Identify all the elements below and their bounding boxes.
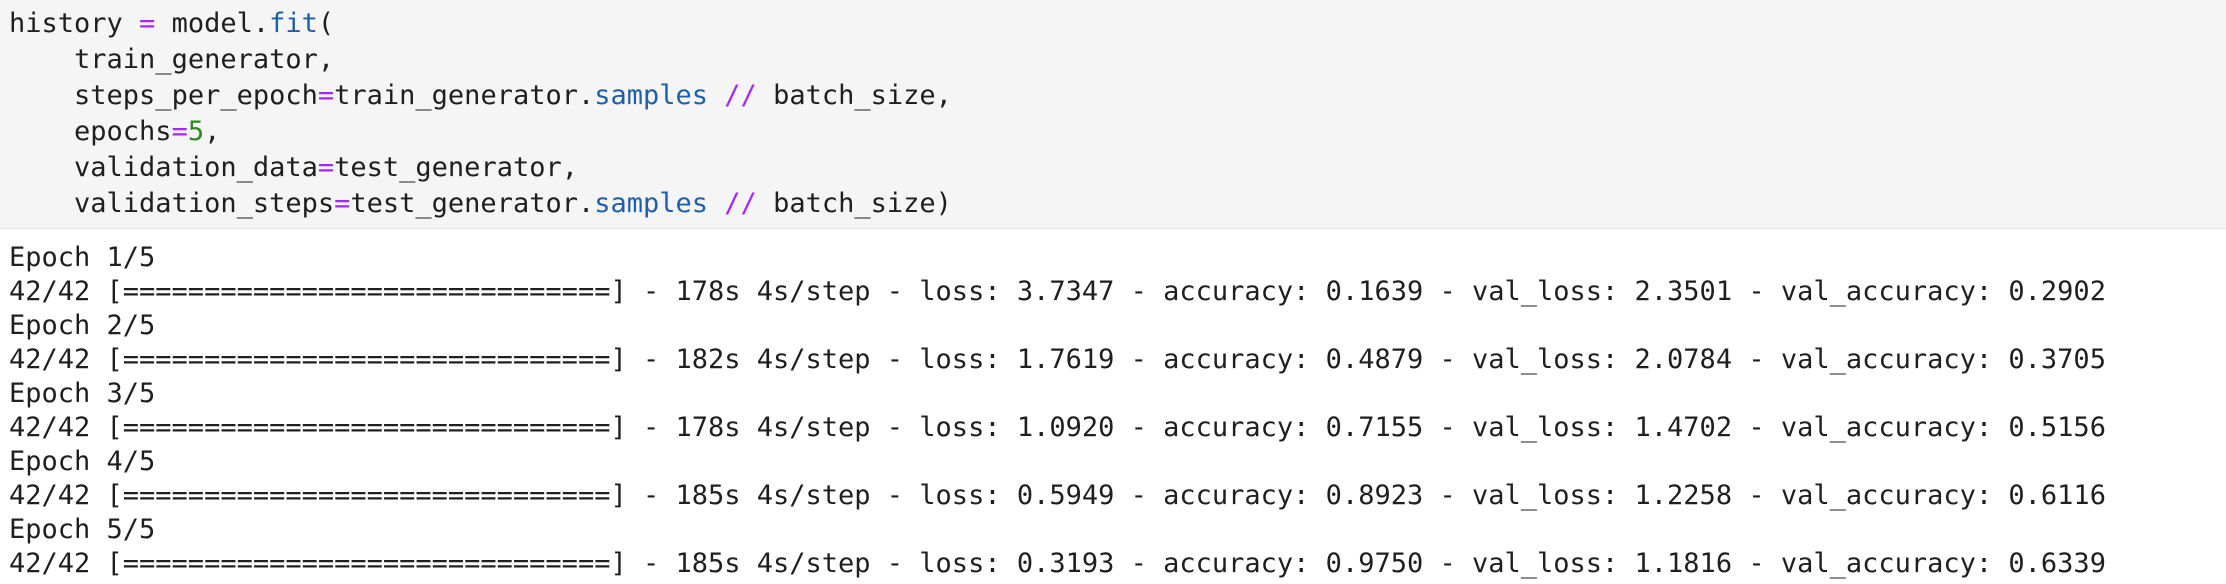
code-token-plain: validation_steps (74, 188, 335, 219)
epoch-progress-line: 42/42 [==============================] -… (9, 548, 2106, 579)
code-line: validation_steps=test_generator.samples … (9, 186, 2226, 222)
epoch-progress-line: 42/42 [==============================] -… (9, 412, 2106, 443)
code-token-attr: samples (594, 188, 709, 219)
epoch-progress-line: 42/42 [==============================] -… (9, 480, 2106, 511)
code-token-num: 5 (187, 116, 205, 147)
epoch-header: Epoch 5/5 (9, 514, 156, 545)
code-token-plain: train_generator, (74, 44, 335, 75)
code-token-op: = (334, 188, 351, 219)
epoch-header: Epoch 4/5 (9, 446, 156, 477)
code-token-plain: , (204, 116, 221, 147)
epoch-progress-line: 42/42 [==============================] -… (9, 344, 2106, 375)
code-editor[interactable]: history = model.fit( train_generator, st… (9, 6, 2226, 222)
code-token-plain: validation_data (74, 152, 318, 183)
training-log: Epoch 1/5 42/42 [========================… (9, 241, 2226, 581)
code-token-op: = (317, 152, 335, 183)
code-line: steps_per_epoch=train_generator.samples … (9, 78, 2226, 114)
epoch-header: Epoch 2/5 (9, 310, 156, 341)
code-token-op: // (724, 188, 757, 219)
code-token-plain: batch_size) (756, 188, 952, 219)
code-token-plain: epochs (74, 116, 172, 147)
code-token-plain: batch_size, (756, 80, 952, 111)
code-token-op: = (171, 116, 188, 147)
code-token-plain: test_generator, (334, 152, 578, 183)
output-cell: Epoch 1/5 42/42 [========================… (0, 241, 2226, 581)
epoch-header: Epoch 3/5 (9, 378, 156, 409)
epoch-progress-line: 42/42 [==============================] -… (9, 276, 2106, 307)
code-token-plain: steps_per_epoch (74, 80, 318, 111)
code-token-plain: model. (155, 8, 270, 39)
code-cell[interactable]: history = model.fit( train_generator, st… (0, 0, 2226, 229)
code-token-op: = (317, 80, 335, 111)
code-token-op: // (724, 80, 757, 111)
code-line: train_generator, (9, 42, 2226, 78)
epoch-header: Epoch 1/5 (9, 242, 156, 273)
code-token-plain: history (9, 8, 140, 39)
code-token-plain: test_generator. (350, 188, 595, 219)
code-token-op: = (139, 8, 156, 39)
code-token-plain: train_generator. (334, 80, 595, 111)
code-line: epochs=5, (9, 114, 2226, 150)
code-line: validation_data=test_generator, (9, 150, 2226, 186)
code-token-plain: ( (317, 8, 335, 39)
code-token-attr: samples (594, 80, 709, 111)
code-line: history = model.fit( (9, 6, 2226, 42)
code-token-attr: fit (269, 8, 318, 39)
